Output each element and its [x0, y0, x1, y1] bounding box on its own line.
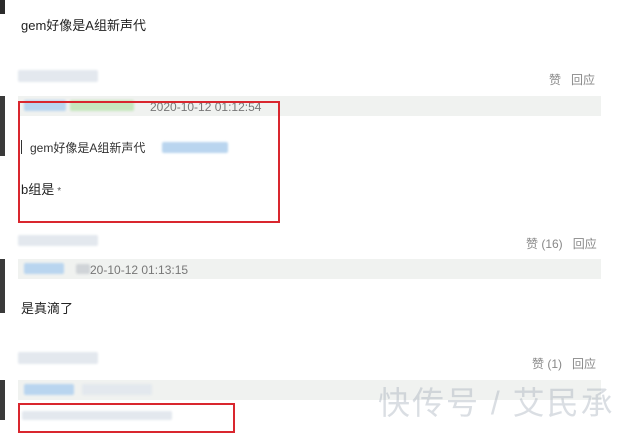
highlight-box: [18, 101, 280, 223]
like-button[interactable]: 赞: [549, 73, 561, 87]
timestamp: 20-10-12 01:13:15: [90, 263, 189, 277]
comment-actions: 赞回应: [549, 71, 595, 88]
like-button[interactable]: 赞 (16): [526, 237, 563, 251]
username-blurred[interactable]: [18, 70, 98, 82]
reply-button[interactable]: 回应: [571, 73, 595, 87]
reply-button[interactable]: 回应: [572, 357, 596, 371]
avatar: [0, 259, 5, 313]
highlight-box: [18, 403, 235, 433]
username-blurred[interactable]: [18, 235, 98, 246]
comment-text: 是真滴了: [21, 301, 74, 316]
like-button[interactable]: 赞 (1): [532, 357, 562, 371]
username-blurred[interactable]: [18, 352, 98, 364]
reply-username-blurred[interactable]: [24, 384, 74, 395]
comment-actions: 赞 (1) 回应: [532, 355, 596, 372]
avatar: [0, 380, 5, 420]
avatar: [0, 0, 5, 14]
reply-username-blurred[interactable]: [24, 263, 64, 274]
comment-text: gem好像是A组新声代: [21, 18, 146, 33]
timestamp-blurred: [76, 264, 90, 274]
watermark: 快传号 / 艾民承: [378, 385, 615, 421]
timestamp-blurred: [82, 384, 152, 395]
reply-button[interactable]: 回应: [573, 237, 597, 251]
avatar: [0, 96, 5, 156]
comment-actions: 赞 (16) 回应: [526, 235, 597, 252]
